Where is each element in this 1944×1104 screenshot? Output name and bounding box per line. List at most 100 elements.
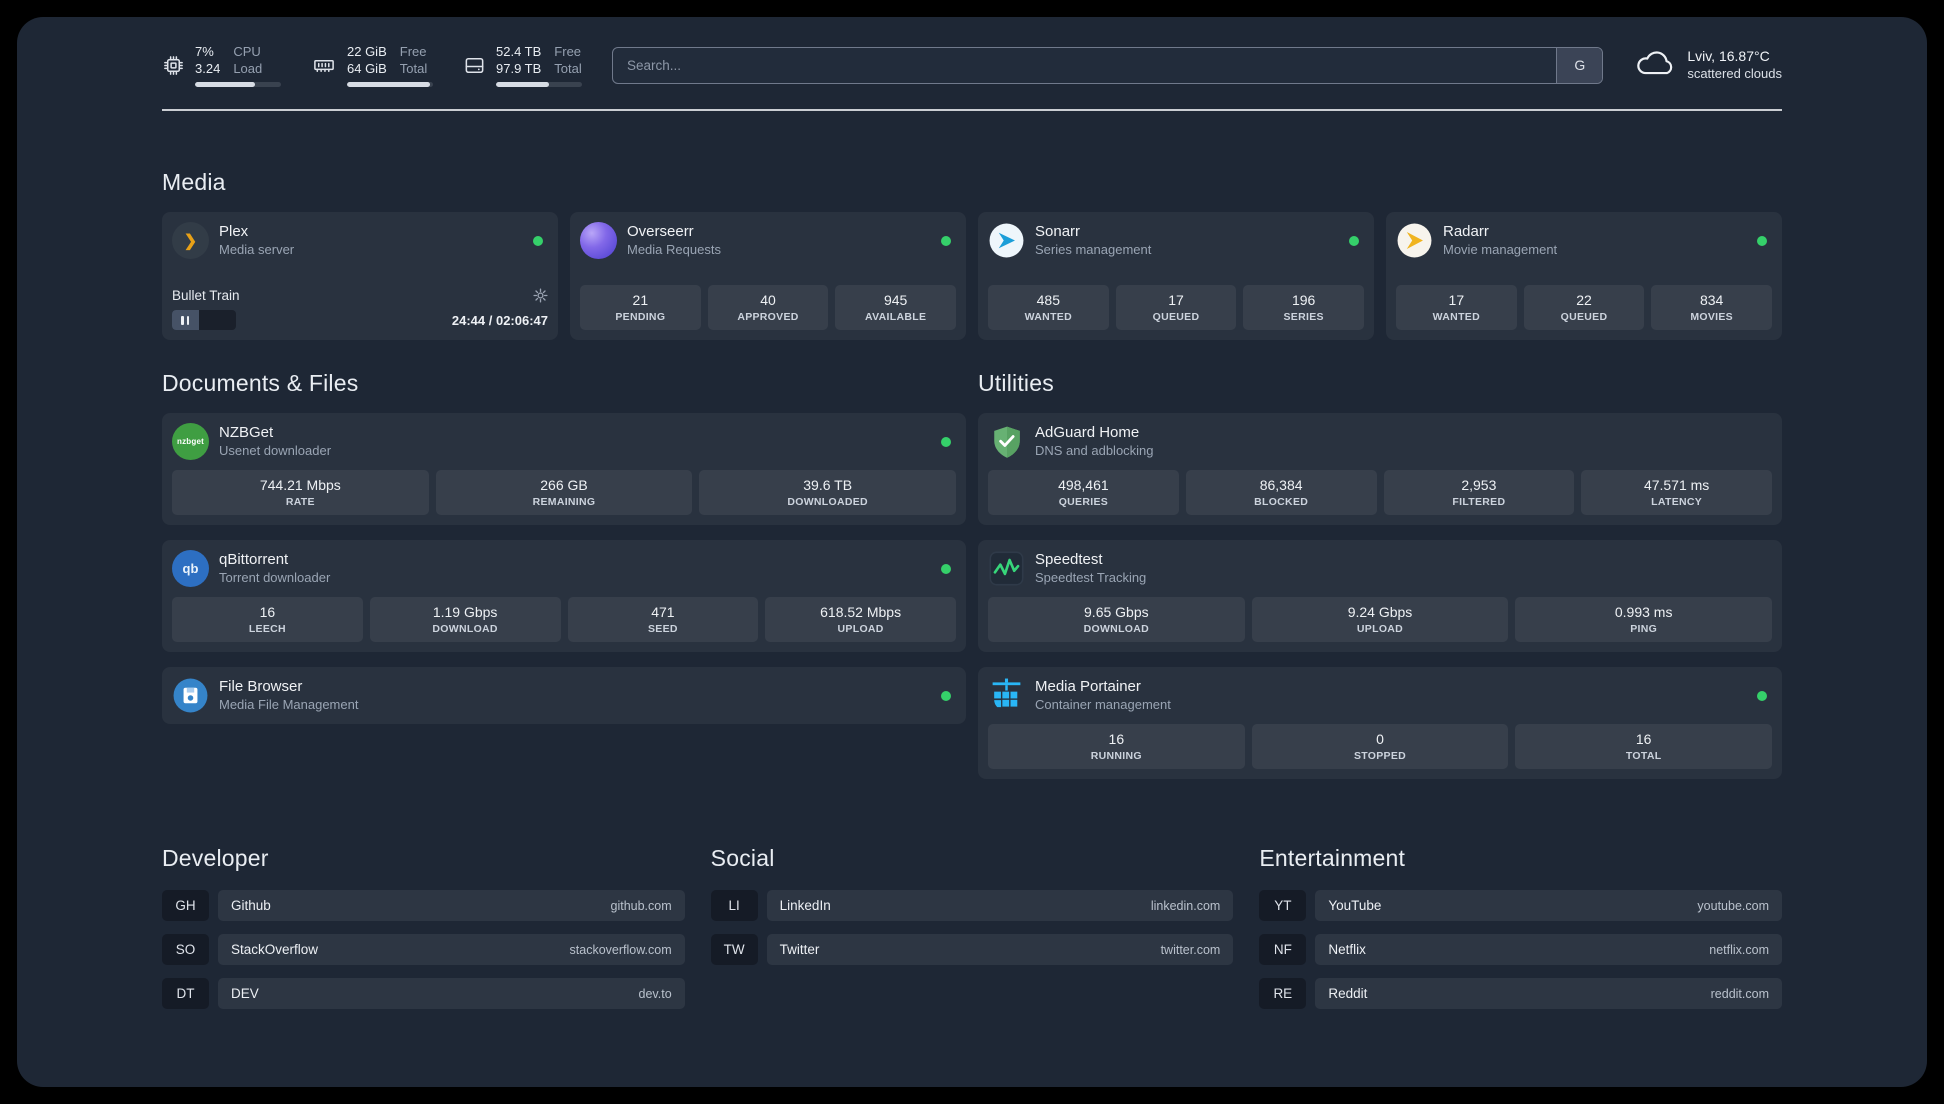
- section-bookmarks: Developer GH Github github.com SO StackO…: [162, 845, 1782, 1022]
- adguard-title: AdGuard Home: [1035, 423, 1140, 441]
- radarr-card: Radarr Movie management 17 WANTED 22 QUE…: [1386, 212, 1782, 340]
- bookmark-url: twitter.com: [1160, 942, 1221, 957]
- weather-widget[interactable]: Lviv, 16.87°C scattered clouds: [1633, 47, 1782, 84]
- radarr-status-dot: [1757, 235, 1767, 246]
- portainer-link[interactable]: Media Portainer Container management: [988, 677, 1772, 714]
- radarr-link[interactable]: Radarr Movie management: [1396, 222, 1772, 259]
- plex-subtitle: Media server: [219, 241, 295, 257]
- plex-link[interactable]: ❯ Plex Media server: [172, 222, 548, 259]
- stat-tile: 744.21 Mbps RATE: [172, 470, 429, 515]
- disk-free-label: Free: [554, 44, 582, 59]
- disk-readout: 52.4 TB 97.9 TB Free Total: [496, 43, 582, 87]
- section-documents: Documents & Files nzbget NZBGet Usenet d…: [162, 370, 966, 724]
- disk-total-label: Total: [554, 61, 582, 76]
- overseerr-icon: [580, 222, 617, 259]
- disk-progress-bar: [496, 82, 582, 87]
- sonarr-link[interactable]: Sonarr Series management: [988, 222, 1364, 259]
- bookmark-name: Github: [231, 898, 271, 913]
- sonarr-title: Sonarr: [1035, 222, 1081, 240]
- search-provider-button[interactable]: G: [1556, 47, 1603, 83]
- stat-tile: 266 GB REMAINING: [435, 470, 693, 515]
- pause-icon[interactable]: [181, 315, 189, 325]
- documents-heading: Documents & Files: [162, 370, 359, 396]
- portainer-subtitle: Container management: [1035, 696, 1171, 712]
- bookmark-dev[interactable]: DT DEV dev.to: [162, 978, 685, 1009]
- qbittorrent-icon: qb: [172, 550, 209, 587]
- qbittorrent-status-dot: [941, 563, 951, 574]
- stat-tile: 498,461 QUERIES: [988, 470, 1179, 515]
- stat-tile: 9.65 Gbps DOWNLOAD: [988, 597, 1245, 642]
- plex-card: ❯ Plex Media server Bullet Train 24:44 /…: [162, 212, 558, 340]
- speedtest-link[interactable]: Speedtest Speedtest Tracking: [988, 550, 1772, 587]
- sonarr-subtitle: Series management: [1035, 241, 1152, 257]
- disk-monitor: 52.4 TB 97.9 TB Free Total: [463, 43, 582, 87]
- bookmarks-social: Social LI LinkedIn linkedin.com TW Twitt…: [710, 845, 1234, 978]
- stat-tile: 47.571 ms LATENCY: [1581, 470, 1772, 515]
- top-bar: 7% 3.24 CPU Load 22 GiB 64 GiB Free Tota…: [162, 43, 1782, 87]
- stat-tile: 40 APPROVED: [707, 285, 829, 330]
- bookmark-name: DEV: [231, 986, 259, 1001]
- ram-progress-bar: [347, 82, 433, 87]
- qbittorrent-title: qBittorrent: [219, 550, 289, 568]
- ram-monitor: 22 GiB 64 GiB Free Total: [311, 43, 433, 87]
- speedtest-subtitle: Speedtest Tracking: [1035, 569, 1147, 585]
- sonarr-stats: 485 WANTED 17 QUEUED 196 SERIES: [988, 285, 1364, 330]
- radarr-icon: [1396, 222, 1433, 259]
- ram-icon: [311, 54, 337, 77]
- stat-tile: 16 RUNNING: [988, 724, 1245, 769]
- bookmark-reddit[interactable]: RE Reddit reddit.com: [1259, 978, 1782, 1009]
- sonarr-card: Sonarr Series management 485 WANTED 17 Q…: [978, 212, 1374, 340]
- stat-tile: 9.24 Gbps UPLOAD: [1251, 597, 1509, 642]
- weather-location: Lviv, 16.87°C: [1687, 48, 1770, 64]
- filebrowser-subtitle: Media File Management: [219, 696, 359, 712]
- bookmark-github[interactable]: GH Github github.com: [162, 890, 685, 921]
- bookmark-youtube[interactable]: YT YouTube youtube.com: [1259, 890, 1782, 921]
- speedtest-icon: [988, 550, 1025, 587]
- overseerr-title: Overseerr: [627, 222, 694, 240]
- bookmark-stackoverflow[interactable]: SO StackOverflow stackoverflow.com: [162, 934, 685, 965]
- cpu-load-value: 3.24: [195, 61, 221, 76]
- qbittorrent-stats: 16 LEECH 1.19 Gbps DOWNLOAD 471 SEED 618…: [172, 597, 956, 642]
- playback-progress[interactable]: [172, 310, 236, 330]
- dashboard-content: 7% 3.24 CPU Load 22 GiB 64 GiB Free Tota…: [162, 17, 1782, 1022]
- search-input[interactable]: [613, 47, 1557, 83]
- stat-tile: 618.52 Mbps UPLOAD: [765, 597, 956, 642]
- media-heading: Media: [162, 169, 226, 195]
- bookmark-abbr: DT: [162, 978, 209, 1009]
- plex-status-dot: [533, 235, 543, 246]
- bookmark-name: LinkedIn: [779, 898, 831, 913]
- radarr-subtitle: Movie management: [1443, 241, 1558, 257]
- settings-gear-icon[interactable]: [533, 288, 548, 303]
- adguard-link[interactable]: AdGuard Home DNS and adblocking: [988, 423, 1772, 460]
- bookmark-name: StackOverflow: [231, 942, 319, 957]
- bookmark-url: reddit.com: [1710, 986, 1769, 1001]
- stat-tile: 16 TOTAL: [1515, 724, 1772, 769]
- stat-tile: 1.19 Gbps DOWNLOAD: [369, 597, 561, 642]
- speedtest-card: Speedtest Speedtest Tracking 9.65 Gbps D…: [978, 540, 1782, 652]
- overseerr-link[interactable]: Overseerr Media Requests: [580, 222, 956, 259]
- qbittorrent-link[interactable]: qb qBittorrent Torrent downloader: [172, 550, 956, 587]
- qbittorrent-subtitle: Torrent downloader: [219, 569, 331, 585]
- bookmark-twitter[interactable]: TW Twitter twitter.com: [710, 934, 1234, 965]
- bookmark-netflix[interactable]: NF Netflix netflix.com: [1259, 934, 1782, 965]
- social-heading: Social: [710, 845, 775, 871]
- adguard-stats: 498,461 QUERIES 86,384 BLOCKED 2,953 FIL…: [988, 470, 1772, 515]
- qbittorrent-card: qb qBittorrent Torrent downloader 16 LEE…: [162, 540, 966, 652]
- stat-tile: 0 STOPPED: [1251, 724, 1509, 769]
- sonarr-status-dot: [1349, 235, 1359, 246]
- entertainment-heading: Entertainment: [1259, 845, 1406, 871]
- overseerr-status-dot: [941, 235, 951, 246]
- bookmarks-entertainment: Entertainment YT YouTube youtube.com NF …: [1259, 845, 1782, 1022]
- bookmark-linkedin[interactable]: LI LinkedIn linkedin.com: [710, 890, 1234, 921]
- utilities-heading: Utilities: [978, 370, 1054, 396]
- portainer-stats: 16 RUNNING 0 STOPPED 16 TOTAL: [988, 724, 1772, 769]
- stat-tile: 485 WANTED: [988, 285, 1109, 330]
- filebrowser-link[interactable]: File Browser Media File Management: [172, 677, 956, 714]
- bookmark-url: dev.to: [638, 986, 672, 1001]
- nzbget-icon: nzbget: [172, 423, 209, 460]
- nzbget-link[interactable]: nzbget NZBGet Usenet downloader: [172, 423, 956, 460]
- bookmark-name: Reddit: [1328, 986, 1368, 1001]
- playback-time: 24:44 / 02:06:47: [451, 312, 548, 328]
- disk-total-value: 97.9 TB: [496, 61, 542, 76]
- nzbget-subtitle: Usenet downloader: [219, 442, 332, 458]
